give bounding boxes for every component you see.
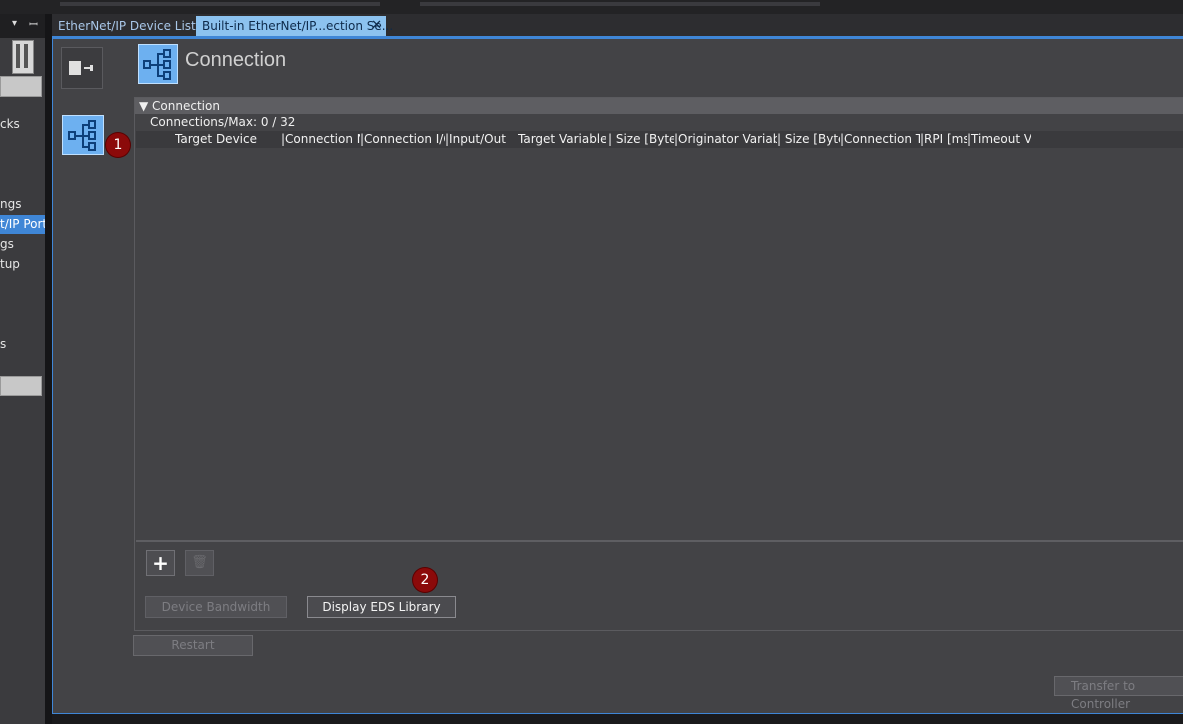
restart-button[interactable]: Restart (133, 635, 253, 656)
column-input-output[interactable]: |Input/Out| (445, 131, 506, 148)
column-rpi[interactable]: |RPI [ms] (920, 131, 967, 148)
column-originator-variable[interactable]: |Originator Variable (674, 131, 777, 148)
tab-ethernet-ip-device-list[interactable]: EtherNet/IP Device List (52, 16, 202, 36)
left-item-1[interactable]: cks (0, 115, 20, 134)
device-bandwidth-button[interactable]: Device Bandwidth (145, 596, 287, 618)
left-item-ethernet-ip-port[interactable]: t/IP Port (0, 215, 45, 234)
transfer-to-controller-button[interactable]: Transfer to Controller (1054, 676, 1183, 711)
left-item-6[interactable]: s (0, 335, 6, 354)
table-header: Target Device |Connection Na |Connection… (136, 131, 1183, 148)
connection-table[interactable]: Target Device |Connection Na |Connection… (136, 131, 1183, 542)
close-icon[interactable]: ✕ (371, 16, 382, 36)
delete-connection-button[interactable]: 🗑 (185, 550, 214, 576)
section-header-label: Connection (152, 99, 220, 113)
trash-icon: 🗑 (191, 555, 208, 570)
pin-icon[interactable]: ꟷ (29, 17, 38, 32)
device-settings-icon-button[interactable] (61, 47, 103, 89)
column-timeout-value[interactable]: |Timeout V| (967, 131, 1031, 148)
column-target-device[interactable]: Target Device (175, 131, 280, 148)
page-title: Connection (185, 49, 287, 71)
display-eds-library-button[interactable]: Display EDS Library (307, 596, 456, 618)
tab-bar: EtherNet/IP Device List Built-in EtherNe… (52, 14, 1183, 36)
connection-diagram-icon (143, 49, 175, 81)
left-pane-header: ▾ ꟷ (0, 14, 45, 38)
column-connection-name[interactable]: |Connection Na (281, 131, 360, 148)
left-item-5[interactable]: tup (0, 255, 20, 274)
column-target-size[interactable]: | Size [Byte] (608, 131, 674, 148)
connections-count: Connections/Max: 0 / 32 (150, 115, 296, 129)
controller-image (12, 40, 34, 74)
step-badge-1: 1 (106, 133, 130, 157)
column-target-variable[interactable]: Target Variable (518, 131, 606, 148)
left-pane: ▾ ꟷ cks ngs t/IP Port gs tup s (0, 14, 45, 724)
tab-builtin-ethernet-ip-connection-settings[interactable]: Built-in EtherNet/IP...ection Se... ✕ (196, 16, 393, 36)
column-originator-size[interactable]: | Size [Byte] (777, 131, 840, 148)
column-connection-type[interactable]: |Connection Ty (840, 131, 920, 148)
chevron-down-icon[interactable]: ▾ (12, 18, 17, 29)
left-item-2[interactable]: ngs (0, 195, 21, 214)
left-pane-button-2[interactable] (0, 376, 42, 396)
add-connection-button[interactable]: + (146, 550, 175, 576)
column-connection-io-type[interactable]: |Connection I/O (360, 131, 445, 148)
connection-settings-icon-button[interactable] (62, 115, 104, 155)
top-strip (0, 0, 1183, 14)
left-pane-button[interactable] (0, 76, 42, 97)
header-connection-icon (138, 44, 178, 84)
connection-diagram-icon (68, 120, 100, 152)
connection-section-header[interactable]: ▼ Connection (135, 98, 1183, 114)
collapse-triangle-icon: ▼ (139, 99, 153, 113)
status-strip (52, 714, 1183, 724)
splitter[interactable] (45, 14, 52, 724)
left-item-4[interactable]: gs (0, 235, 14, 254)
tab-label: Built-in EtherNet/IP...ection Se... (202, 19, 394, 33)
step-badge-2: 2 (413, 568, 437, 592)
